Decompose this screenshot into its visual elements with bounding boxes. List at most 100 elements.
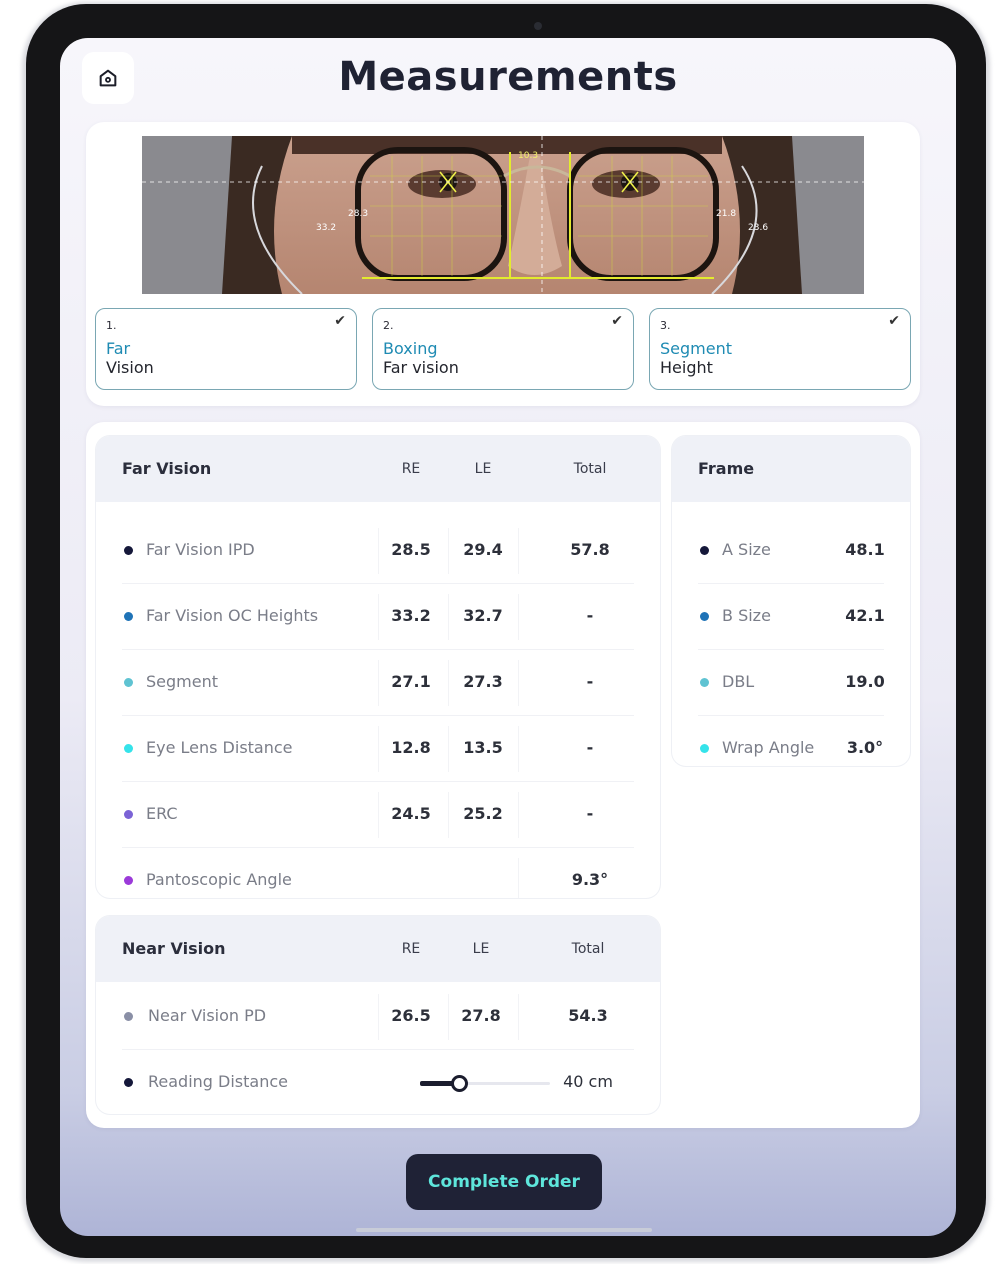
- photo-label: 28.3: [348, 209, 368, 219]
- row-label: Far Vision OC Heights: [146, 606, 319, 625]
- legend-dot: [124, 546, 133, 555]
- near-vision-table: Near Vision RE LE Total Near Vision PD 2…: [96, 916, 660, 1114]
- value-total: -: [586, 606, 594, 625]
- row-label: Pantoscopic Angle: [146, 870, 292, 889]
- table-header: Frame: [672, 436, 910, 502]
- measurements-card: Far Vision RE LE Total Far Vision IPD 28…: [86, 422, 920, 1128]
- frame-table: Frame A Size 48.1 B Size 42.1 DBL 19.0 W…: [672, 436, 910, 766]
- camera-icon: [534, 22, 542, 30]
- value-total: 57.8: [570, 540, 610, 559]
- step-subtitle: Vision: [106, 358, 154, 377]
- check-icon: ✔: [888, 313, 900, 329]
- step-segment-height[interactable]: 3. ✔ Segment Height: [649, 308, 911, 390]
- value-le: 29.4: [463, 540, 503, 559]
- row-value: 19.0: [845, 672, 885, 691]
- row-label: Segment: [146, 672, 218, 691]
- table-row: ERC 24.5 25.2 -: [96, 782, 660, 848]
- legend-dot: [700, 744, 709, 753]
- column-re: RE: [401, 941, 421, 957]
- row-label: Far Vision IPD: [146, 540, 255, 559]
- step-title: Boxing: [383, 339, 438, 358]
- check-icon: ✔: [611, 313, 623, 329]
- row-label: B Size: [722, 606, 771, 625]
- step-far-vision[interactable]: 1. ✔ Far Vision: [95, 308, 357, 390]
- table-row: Far Vision OC Heights 33.2 32.7 -: [96, 584, 660, 650]
- table-row: Far Vision IPD 28.5 29.4 57.8: [96, 518, 660, 584]
- reading-distance-value: 40 cm: [563, 1072, 613, 1091]
- legend-dot: [124, 612, 133, 621]
- value-re: 33.2: [391, 606, 431, 625]
- photo-label: 23.6: [748, 223, 768, 233]
- value-re: 12.8: [391, 738, 431, 757]
- far-vision-table: Far Vision RE LE Total Far Vision IPD 28…: [96, 436, 660, 898]
- complete-order-button[interactable]: Complete Order: [406, 1154, 602, 1210]
- legend-dot: [700, 612, 709, 621]
- step-title: Segment: [660, 339, 732, 358]
- step-boxing[interactable]: 2. ✔ Boxing Far vision: [372, 308, 634, 390]
- legend-dot: [124, 1012, 133, 1021]
- column-le: LE: [472, 941, 490, 957]
- value-le: 13.5: [463, 738, 503, 757]
- column-total: Total: [571, 941, 605, 957]
- value-total: 54.3: [568, 1006, 608, 1025]
- value-le: 25.2: [463, 804, 503, 823]
- value-re: 28.5: [391, 540, 431, 559]
- column-le: LE: [474, 461, 492, 477]
- capture-card: 10.3 33.2 28.3 21.8 23.6 1. ✔ Far Vision…: [86, 122, 920, 406]
- table-title: Frame: [698, 459, 755, 478]
- slider-handle[interactable]: [451, 1075, 468, 1092]
- value-total: -: [586, 738, 594, 757]
- row-label: Near Vision PD: [148, 1006, 267, 1025]
- legend-dot: [700, 546, 709, 555]
- value-total: 9.3°: [571, 870, 609, 889]
- step-subtitle: Height: [660, 358, 713, 377]
- value-le: 27.3: [463, 672, 503, 691]
- step-subtitle: Far vision: [383, 358, 459, 377]
- table-row: Near Vision PD 26.5 27.8 54.3: [96, 984, 660, 1050]
- photo-label: 21.8: [716, 209, 736, 219]
- value-total: -: [586, 672, 594, 691]
- row-label: Eye Lens Distance: [146, 738, 293, 757]
- table-row: Segment 27.1 27.3 -: [96, 650, 660, 716]
- value-le: 32.7: [463, 606, 503, 625]
- table-row: A Size 48.1: [672, 518, 910, 584]
- step-number: 1.: [106, 319, 117, 332]
- row-value: 3.0°: [846, 738, 884, 757]
- table-title: Far Vision: [122, 459, 212, 478]
- row-label: ERC: [146, 804, 178, 823]
- screen: Measurements 10.3 33.2 28.3 21.8 23.6 1.…: [60, 38, 956, 1236]
- value-re: 24.5: [391, 804, 431, 823]
- table-row: Wrap Angle 3.0°: [672, 716, 910, 766]
- column-re: RE: [401, 461, 421, 477]
- photo-label: 10.3: [518, 151, 538, 161]
- home-indicator: [356, 1228, 652, 1232]
- legend-dot: [124, 744, 133, 753]
- row-value: 42.1: [845, 606, 885, 625]
- legend-dot: [124, 876, 133, 885]
- row-label: DBL: [722, 672, 755, 691]
- value-re: 27.1: [391, 672, 431, 691]
- table-row: Eye Lens Distance 12.8 13.5 -: [96, 716, 660, 782]
- table-row: B Size 42.1: [672, 584, 910, 650]
- row-label: A Size: [722, 540, 771, 559]
- step-title: Far: [106, 339, 131, 358]
- row-value: 48.1: [845, 540, 885, 559]
- photo-label: 33.2: [316, 223, 336, 233]
- legend-dot: [124, 678, 133, 687]
- row-label: Wrap Angle: [722, 738, 815, 757]
- value-re: 26.5: [391, 1006, 431, 1025]
- legend-dot: [124, 1078, 133, 1087]
- table-row: DBL 19.0: [672, 650, 910, 716]
- table-header: Near Vision RE LE Total: [96, 916, 660, 982]
- face-photo: 10.3 33.2 28.3 21.8 23.6: [142, 136, 864, 294]
- table-row: Reading Distance 40 cm: [96, 1050, 660, 1114]
- page-title: Measurements: [338, 54, 678, 100]
- table-title: Near Vision: [122, 939, 226, 958]
- value-total: -: [586, 804, 594, 823]
- legend-dot: [124, 810, 133, 819]
- step-number: 3.: [660, 319, 671, 332]
- legend-dot: [700, 678, 709, 687]
- row-label: Reading Distance: [148, 1072, 288, 1091]
- column-total: Total: [573, 461, 607, 477]
- table-row: Pantoscopic Angle 9.3°: [96, 848, 660, 898]
